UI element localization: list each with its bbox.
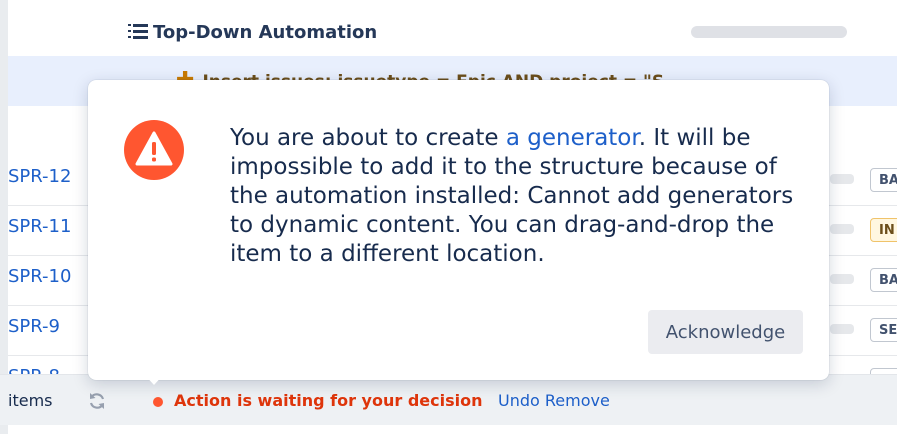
structure-list-icon bbox=[128, 24, 148, 39]
warning-icon bbox=[124, 120, 184, 180]
pending-action-status[interactable]: Action is waiting for your decision bbox=[174, 391, 483, 410]
status-badge: SE bbox=[870, 318, 897, 342]
acknowledge-button[interactable]: Acknowledge bbox=[648, 310, 803, 354]
items-count-label: items bbox=[8, 391, 53, 410]
progress-placeholder bbox=[830, 324, 854, 334]
dialog-message: You are about to create a generator. It … bbox=[230, 124, 810, 269]
dialog-pointer bbox=[143, 373, 165, 385]
loading-placeholder bbox=[691, 26, 847, 38]
status-badge: BA bbox=[870, 268, 897, 292]
progress-placeholder bbox=[830, 174, 854, 184]
issue-key[interactable]: SPR-9 bbox=[8, 316, 60, 337]
issue-key[interactable]: SPR-10 bbox=[8, 266, 71, 287]
issue-key[interactable]: SPR-12 bbox=[8, 166, 71, 187]
issue-key[interactable]: SPR-11 bbox=[8, 216, 71, 237]
undo-remove-link[interactable]: Undo Remove bbox=[498, 391, 610, 410]
structure-title: Top-Down Automation bbox=[153, 22, 378, 43]
left-edge bbox=[0, 0, 8, 434]
status-dot bbox=[153, 397, 163, 407]
status-badge: IN bbox=[870, 218, 897, 242]
status-badge: BA bbox=[870, 168, 897, 192]
refresh-icon[interactable] bbox=[87, 391, 107, 411]
structure-footer: items Action is waiting for your decisio… bbox=[0, 374, 897, 425]
generator-link[interactable]: a generator bbox=[506, 125, 639, 151]
progress-placeholder bbox=[830, 274, 854, 284]
progress-placeholder bbox=[830, 224, 854, 234]
message-text-start: You are about to create bbox=[230, 125, 506, 151]
